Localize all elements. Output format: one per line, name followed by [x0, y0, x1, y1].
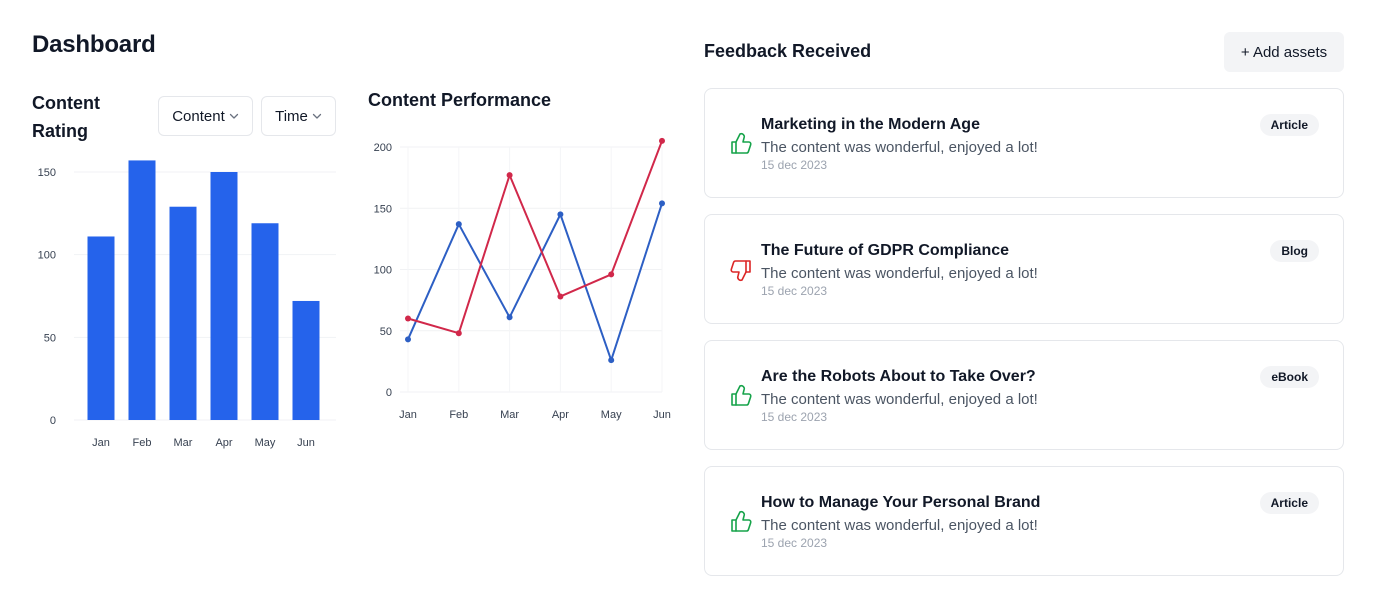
x-tick-label: Mar [500, 409, 519, 421]
thumbs-up-icon [729, 384, 753, 408]
feedback-title: Feedback Received [704, 41, 872, 61]
feedback-card-title: Are the Robots About to Take Over? [761, 368, 1036, 385]
content-type-badge: Blog [1270, 240, 1319, 262]
data-point [608, 357, 615, 364]
x-tick-label: Jun [653, 409, 671, 421]
bar [169, 206, 197, 420]
data-point [659, 137, 665, 144]
feedback-card-title: How to Manage Your Personal Brand [761, 494, 1041, 511]
chevron-down-icon [312, 113, 322, 119]
content-type-badge: eBook [1260, 366, 1319, 388]
data-point [557, 211, 564, 218]
y-tick-label: 150 [374, 203, 392, 215]
add-assets-button[interactable]: + Add assets [1224, 32, 1344, 72]
feedback-card[interactable]: The Future of GDPR Compliance The conten… [704, 214, 1344, 324]
data-point [405, 336, 411, 343]
data-point [455, 221, 462, 228]
data-point [506, 314, 513, 321]
feedback-card[interactable]: Marketing in the Modern Age The content … [704, 88, 1344, 198]
content-type-badge: Article [1259, 114, 1319, 136]
content-filter-label: Content [172, 107, 225, 125]
x-tick-label: Feb [133, 437, 152, 449]
thumbs-down-icon [729, 258, 753, 282]
x-tick-label: Jan [92, 437, 110, 449]
bar [292, 300, 320, 420]
thumbs-up-icon [729, 132, 753, 156]
content-rating-title: Content Rating [32, 93, 100, 141]
feedback-card[interactable]: Are the Robots About to Take Over? The c… [704, 340, 1344, 450]
series-line [407, 203, 663, 362]
feedback-card-date: 15 dec 2023 [761, 158, 828, 172]
feedback-card-date: 15 dec 2023 [761, 284, 828, 298]
bar [128, 160, 156, 420]
x-tick-label: May [255, 437, 276, 449]
chevron-down-icon [229, 113, 238, 119]
series-line [407, 140, 663, 335]
feedback-card-description: The content was wonderful, enjoyed a lot… [761, 139, 1038, 156]
page-title: Dashboard [32, 31, 156, 58]
content-type-badge: Article [1259, 492, 1319, 514]
data-point [659, 200, 665, 207]
data-point [455, 330, 462, 337]
feedback-card-description: The content was wonderful, enjoyed a lot… [761, 517, 1038, 534]
content-performance-line-chart: 0 50 100 150 200 Jan Feb Mar Apr May Jun [374, 137, 671, 421]
content-performance-title: Content Performance [368, 90, 552, 110]
content-rating-bar-chart: 0 50 100 150 Jan Feb Mar Apr May Jun [38, 160, 336, 449]
time-filter-label: Time [275, 107, 308, 125]
feedback-card-title: The Future of GDPR Compliance [761, 242, 1010, 259]
feedback-card-description: The content was wonderful, enjoyed a lot… [761, 265, 1038, 282]
feedback-card-date: 15 dec 2023 [761, 536, 828, 550]
time-filter-dropdown[interactable]: Time [261, 96, 336, 136]
y-tick-label: 100 [374, 265, 392, 277]
x-tick-label: Apr [215, 437, 232, 449]
thumbs-up-icon [729, 510, 753, 534]
data-point [557, 293, 564, 300]
x-tick-label: Jun [297, 437, 315, 449]
data-point [506, 172, 513, 179]
feedback-card-date: 15 dec 2023 [761, 410, 828, 424]
content-filter-dropdown[interactable]: Content [158, 96, 253, 136]
bar [251, 223, 279, 420]
feedback-card-description: The content was wonderful, enjoyed a lot… [761, 391, 1038, 408]
data-point [608, 271, 615, 278]
x-tick-label: Feb [449, 409, 468, 421]
feedback-card[interactable]: How to Manage Your Personal Brand The co… [704, 466, 1344, 576]
y-tick-label: 150 [38, 167, 56, 179]
data-point [405, 315, 411, 322]
x-tick-label: Apr [552, 409, 569, 421]
y-tick-label: 0 [386, 387, 392, 399]
y-tick-label: 100 [38, 250, 56, 262]
y-tick-label: 50 [380, 326, 392, 338]
y-tick-label: 200 [374, 142, 392, 154]
y-tick-label: 0 [50, 415, 56, 427]
bar [87, 236, 115, 420]
x-tick-label: Mar [174, 437, 193, 449]
y-tick-label: 50 [44, 332, 56, 344]
x-tick-label: May [601, 409, 622, 421]
feedback-card-title: Marketing in the Modern Age [761, 116, 980, 133]
bar [210, 172, 238, 420]
x-tick-label: Jan [399, 409, 417, 421]
